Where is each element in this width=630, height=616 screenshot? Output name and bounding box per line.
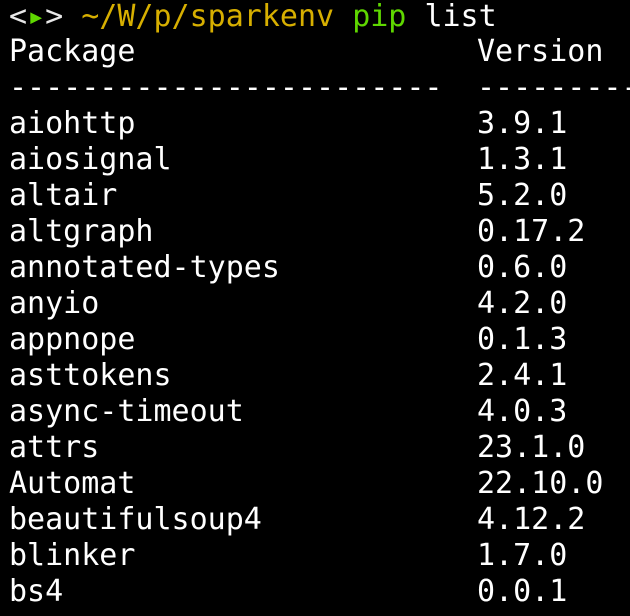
table-separator-row: ------------------------ --------- [9,70,630,106]
package-version: 1.3.1 [477,142,568,177]
header-package: Package [9,34,136,69]
package-name: altair [9,178,118,213]
package-name: attrs [9,430,100,465]
table-row: aiohttp 3.9.1 [9,106,630,142]
package-name: aiohttp [9,106,136,141]
table-row: aiosignal 1.3.1 [9,142,630,178]
package-name: appnope [9,322,136,357]
table-row: blinker 1.7.0 [9,538,630,574]
prompt-path: ~/W/p/sparkenv [81,0,335,34]
package-version: 2.4.1 [477,358,568,393]
header-version: Version [477,34,604,69]
table-row: altgraph 0.17.2 [9,214,630,250]
separator-package: ------------------------ [9,70,443,105]
package-version: 4.12.2 [477,502,586,537]
table-row: asttokens 2.4.1 [9,358,630,394]
package-name: asttokens [9,358,172,393]
package-version: 4.2.0 [477,286,568,321]
prompt-arrow-icon: ▸ [27,0,46,34]
package-name: aiosignal [9,142,172,177]
package-version: 1.7.0 [477,538,568,573]
table-row: bs4 0.0.1 [9,574,630,610]
table-row: attrs 23.1.0 [9,430,630,466]
package-version: 0.17.2 [477,214,586,249]
package-version: 0.6.0 [477,250,568,285]
terminal-window[interactable]: <▸> ~/W/p/sparkenv pip list Package Vers… [9,0,630,616]
separator-version: --------- [477,70,630,105]
package-name: annotated-types [9,250,280,285]
prompt-close-bracket: > [45,0,64,34]
package-version: 5.2.0 [477,178,568,213]
table-row: anyio 4.2.0 [9,286,630,322]
table-row: async-timeout 4.0.3 [9,394,630,430]
shell-prompt: <▸> ~/W/p/sparkenv pip list [9,0,630,34]
table-row: annotated-types 0.6.0 [9,250,630,286]
package-name: anyio [9,286,100,321]
package-version: 22.10.0 [477,466,604,501]
package-name: async-timeout [9,394,244,429]
package-name: beautifulsoup4 [9,502,262,537]
table-row: appnope 0.1.3 [9,322,630,358]
package-name: bs4 [9,574,64,609]
package-name: altgraph [9,214,154,249]
package-version: 3.9.1 [477,106,568,141]
prompt-args: list [424,0,497,34]
package-version: 4.0.3 [477,394,568,429]
package-version: 0.0.1 [477,574,568,609]
package-version: 0.1.3 [477,322,568,357]
package-name: Automat [9,466,136,501]
table-row: Automat 22.10.0 [9,466,630,502]
table-header-row: Package Version [9,34,630,70]
package-version: 23.1.0 [477,430,586,465]
table-row: beautifulsoup4 4.12.2 [9,502,630,538]
package-name: blinker [9,538,136,573]
prompt-command: pip [352,0,407,34]
table-row: altair 5.2.0 [9,178,630,214]
prompt-open-bracket: < [9,0,28,34]
